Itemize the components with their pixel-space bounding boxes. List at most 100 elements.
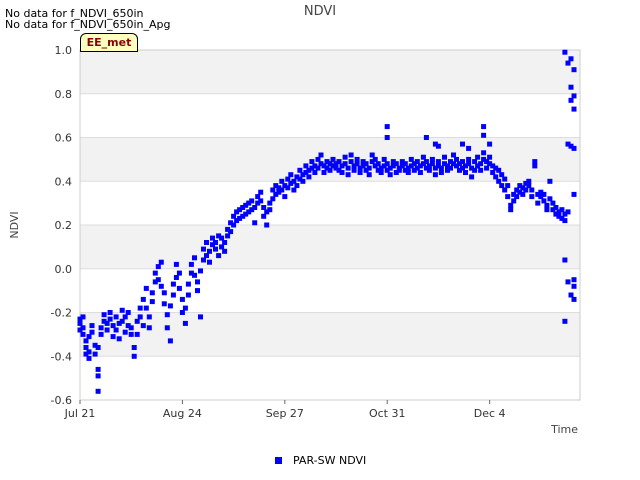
data-point bbox=[219, 235, 225, 241]
data-point bbox=[405, 170, 411, 175]
data-point bbox=[155, 277, 161, 283]
data-point bbox=[285, 185, 291, 191]
data-point bbox=[351, 167, 357, 173]
data-point bbox=[526, 183, 532, 189]
y-axis-label: NDVI bbox=[8, 211, 21, 238]
data-point bbox=[282, 194, 288, 200]
data-point bbox=[80, 325, 86, 331]
data-point bbox=[207, 259, 212, 265]
data-point bbox=[89, 323, 95, 329]
data-point bbox=[571, 106, 577, 112]
data-point bbox=[267, 200, 273, 206]
grid-band bbox=[80, 137, 580, 182]
x-tick-label: Aug 24 bbox=[163, 407, 202, 420]
data-point bbox=[176, 270, 182, 276]
data-point bbox=[297, 167, 303, 173]
data-point bbox=[562, 318, 568, 324]
data-point bbox=[86, 334, 92, 340]
data-point bbox=[387, 172, 393, 178]
data-point bbox=[255, 194, 261, 200]
data-point bbox=[149, 299, 155, 305]
data-point bbox=[496, 167, 502, 173]
data-point bbox=[568, 292, 574, 298]
data-point bbox=[426, 167, 432, 173]
x-tick-label: Oct 31 bbox=[369, 407, 406, 420]
data-point bbox=[258, 189, 264, 195]
data-point bbox=[312, 170, 318, 175]
data-point bbox=[77, 320, 83, 326]
data-point bbox=[432, 172, 438, 178]
data-point bbox=[210, 235, 215, 241]
data-point bbox=[423, 135, 429, 140]
data-point bbox=[342, 161, 348, 167]
y-tick-label: 1.0 bbox=[55, 44, 73, 57]
data-point bbox=[420, 154, 426, 160]
data-point bbox=[170, 281, 176, 287]
data-point bbox=[303, 163, 309, 169]
y-tick-label: 0.6 bbox=[55, 132, 73, 145]
data-point bbox=[372, 156, 378, 162]
site-label-badge: EE_met bbox=[80, 33, 138, 52]
data-point bbox=[222, 248, 228, 254]
data-point bbox=[291, 187, 297, 193]
data-point bbox=[451, 152, 456, 158]
data-point bbox=[119, 318, 125, 324]
data-point bbox=[146, 325, 152, 331]
data-point bbox=[158, 283, 164, 289]
data-point bbox=[173, 261, 179, 267]
data-point bbox=[107, 310, 113, 315]
data-point bbox=[414, 159, 420, 165]
data-point bbox=[354, 156, 360, 162]
data-point bbox=[417, 170, 423, 175]
data-point bbox=[86, 349, 92, 355]
data-point bbox=[204, 253, 209, 259]
data-point bbox=[466, 161, 472, 167]
data-point bbox=[261, 213, 267, 219]
data-point bbox=[484, 165, 490, 171]
y-tick-label: 0.0 bbox=[55, 263, 73, 276]
legend-label: PAR-SW NDVI bbox=[293, 454, 366, 467]
data-point bbox=[481, 124, 487, 130]
data-point bbox=[113, 327, 119, 333]
data-point bbox=[487, 154, 493, 160]
data-point bbox=[143, 305, 149, 311]
data-point bbox=[493, 174, 499, 180]
data-point bbox=[155, 264, 161, 270]
data-point bbox=[137, 314, 143, 320]
data-point bbox=[95, 345, 101, 350]
data-point bbox=[375, 161, 381, 167]
data-point bbox=[550, 200, 556, 206]
data-point bbox=[321, 170, 327, 175]
data-point bbox=[83, 338, 89, 344]
data-point bbox=[478, 161, 484, 167]
data-point bbox=[216, 253, 222, 259]
data-point bbox=[98, 325, 104, 331]
data-point bbox=[252, 220, 258, 226]
data-point bbox=[505, 194, 511, 200]
data-point bbox=[137, 305, 143, 311]
data-point bbox=[541, 198, 547, 204]
data-point bbox=[318, 152, 324, 158]
data-point bbox=[182, 320, 188, 326]
data-point bbox=[565, 209, 571, 215]
data-point bbox=[466, 145, 472, 151]
data-point bbox=[279, 178, 285, 184]
y-tick-label: 0.2 bbox=[55, 219, 73, 232]
data-point bbox=[164, 325, 170, 331]
data-point bbox=[164, 312, 170, 318]
data-point bbox=[261, 205, 267, 210]
data-point bbox=[309, 159, 315, 165]
data-point bbox=[83, 345, 89, 350]
data-point bbox=[95, 366, 101, 372]
data-point bbox=[348, 152, 354, 158]
data-point bbox=[478, 167, 484, 173]
data-point bbox=[201, 246, 206, 252]
data-point bbox=[201, 257, 206, 263]
data-point bbox=[98, 331, 104, 337]
y-tick-label: 0.8 bbox=[55, 88, 73, 101]
data-point bbox=[192, 255, 197, 261]
data-point bbox=[408, 156, 414, 162]
data-point bbox=[264, 222, 270, 228]
data-point bbox=[89, 329, 95, 335]
data-point bbox=[435, 143, 441, 149]
